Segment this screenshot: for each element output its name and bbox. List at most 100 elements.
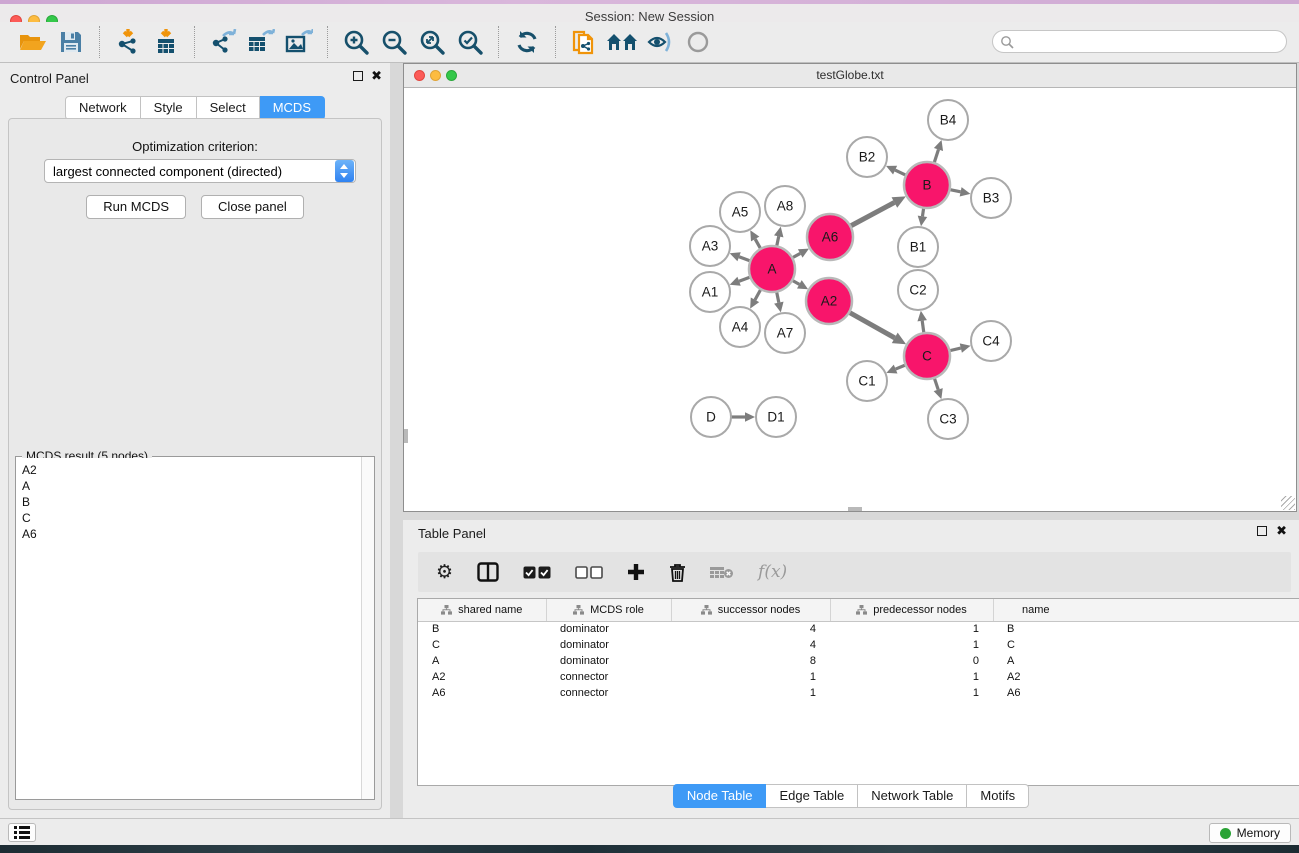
edge-A6-B[interactable] xyxy=(850,202,894,226)
table-cell[interactable]: A6 xyxy=(418,685,546,701)
home-button[interactable] xyxy=(603,25,641,59)
mcds-list-scrollbar[interactable] xyxy=(361,457,374,799)
edge-A2-C[interactable] xyxy=(849,312,895,338)
import-table-button[interactable] xyxy=(147,25,185,59)
mcds-result-item[interactable]: A6 xyxy=(22,526,361,542)
export-table-button[interactable] xyxy=(242,25,280,59)
window-resize-grip[interactable] xyxy=(1281,496,1295,510)
import-network-button[interactable] xyxy=(109,25,147,59)
table-row[interactable]: Adominator80A xyxy=(418,653,1299,669)
table-cell[interactable]: 4 xyxy=(671,621,830,637)
zoom-in-button[interactable] xyxy=(337,25,375,59)
zoom-selected-button[interactable] xyxy=(451,25,489,59)
edge-C-C4[interactable] xyxy=(949,348,960,351)
table-cell[interactable]: A xyxy=(418,653,546,669)
add-column-button[interactable] xyxy=(627,563,645,581)
table-row[interactable]: Cdominator41C xyxy=(418,637,1299,653)
settings-gear-button[interactable]: ⚙ xyxy=(436,561,453,583)
table-cell[interactable]: A2 xyxy=(418,669,546,685)
search-field[interactable] xyxy=(992,30,1287,53)
table-cell[interactable]: dominator xyxy=(546,653,671,669)
mcds-result-item[interactable]: A2 xyxy=(22,462,361,478)
delete-table-button[interactable] xyxy=(710,565,734,579)
tab-motifs[interactable]: Motifs xyxy=(967,784,1029,808)
toggle-column-view-button[interactable] xyxy=(477,562,499,582)
network-graph[interactable]: B4B2BB3B1A5A8A6A3AA1A4A7A2C2CC4C1C3DD1 xyxy=(404,88,1296,511)
close-panel-button[interactable]: Close panel xyxy=(201,195,304,219)
node-table[interactable]: shared nameMCDS rolesuccessor nodesprede… xyxy=(417,598,1299,786)
table-cell[interactable]: dominator xyxy=(546,621,671,637)
table-row[interactable]: Bdominator41B xyxy=(418,621,1299,637)
export-image-button[interactable] xyxy=(280,25,318,59)
show-graphics-details-button[interactable] xyxy=(679,25,717,59)
deselect-all-button[interactable] xyxy=(575,566,603,579)
run-mcds-button[interactable]: Run MCDS xyxy=(86,195,186,219)
float-panel-icon[interactable] xyxy=(353,71,363,81)
tab-node-table[interactable]: Node Table xyxy=(673,784,767,808)
table-cell[interactable]: A6 xyxy=(993,685,1078,701)
canvas-vscroll-thumb[interactable] xyxy=(404,429,408,443)
column-header-shared-name[interactable]: shared name xyxy=(418,599,546,621)
table-cell[interactable]: 4 xyxy=(671,637,830,653)
edge-A-A8[interactable] xyxy=(777,236,779,246)
table-cell[interactable]: connector xyxy=(546,685,671,701)
table-row[interactable]: A6connector11A6 xyxy=(418,685,1299,701)
edge-B-B1[interactable] xyxy=(922,208,923,217)
table-cell[interactable]: 1 xyxy=(671,669,830,685)
clone-network-button[interactable] xyxy=(565,25,603,59)
table-cell[interactable]: A2 xyxy=(993,669,1078,685)
table-cell[interactable]: 1 xyxy=(830,621,993,637)
hide-graphics-details-button[interactable] xyxy=(641,25,679,59)
edge-B-B4[interactable] xyxy=(934,149,938,163)
edge-A-A5[interactable] xyxy=(755,239,761,249)
open-session-button[interactable] xyxy=(14,25,52,59)
table-cell[interactable]: B xyxy=(993,621,1078,637)
close-panel-icon[interactable]: ✖ xyxy=(371,71,382,81)
select-all-button[interactable] xyxy=(523,566,551,579)
edge-C-C1[interactable] xyxy=(896,365,906,369)
zoom-fit-button[interactable] xyxy=(413,25,451,59)
task-history-button[interactable] xyxy=(8,823,36,842)
column-header-predecessor-nodes[interactable]: predecessor nodes xyxy=(830,599,993,621)
edge-C-C3[interactable] xyxy=(934,378,938,390)
edge-A-A6[interactable] xyxy=(792,253,800,257)
tab-edge-table[interactable]: Edge Table xyxy=(766,784,858,808)
table-cell[interactable]: 1 xyxy=(830,685,993,701)
mcds-result-item[interactable]: C xyxy=(22,510,361,526)
edge-A-A2[interactable] xyxy=(792,280,799,284)
delete-column-button[interactable] xyxy=(669,563,686,582)
zoom-out-button[interactable] xyxy=(375,25,413,59)
tab-select[interactable]: Select xyxy=(197,96,260,120)
table-cell[interactable]: 1 xyxy=(830,669,993,685)
table-cell[interactable]: C xyxy=(993,637,1078,653)
column-header-name[interactable]: name xyxy=(993,599,1078,621)
table-cell[interactable]: dominator xyxy=(546,637,671,653)
edge-A-A3[interactable] xyxy=(739,257,750,261)
network-canvas[interactable]: B4B2BB3B1A5A8A6A3AA1A4A7A2C2CC4C1C3DD1 xyxy=(404,88,1296,511)
mcds-result-list[interactable]: A2ABCA6 xyxy=(17,458,361,798)
canvas-hscroll-thumb[interactable] xyxy=(848,507,862,511)
table-cell[interactable]: 8 xyxy=(671,653,830,669)
table-cell[interactable]: 1 xyxy=(671,685,830,701)
tab-style[interactable]: Style xyxy=(141,96,197,120)
refresh-button[interactable] xyxy=(508,25,546,59)
close-table-panel-icon[interactable]: ✖ xyxy=(1276,526,1287,536)
tab-mcds[interactable]: MCDS xyxy=(260,96,325,120)
edge-B-B3[interactable] xyxy=(950,190,961,192)
table-cell[interactable]: B xyxy=(418,621,546,637)
edge-C-C2[interactable] xyxy=(922,321,924,333)
network-window-titlebar[interactable]: testGlobe.txt xyxy=(404,64,1296,88)
mcds-result-item[interactable]: B xyxy=(22,494,361,510)
edge-A-A4[interactable] xyxy=(755,289,761,300)
tab-network-table[interactable]: Network Table xyxy=(858,784,967,808)
edge-A-A7[interactable] xyxy=(777,292,779,303)
table-cell[interactable]: A xyxy=(993,653,1078,669)
save-session-button[interactable] xyxy=(52,25,90,59)
float-table-panel-icon[interactable] xyxy=(1257,526,1267,536)
edge-B-B2[interactable] xyxy=(895,170,906,175)
column-header-successor-nodes[interactable]: successor nodes xyxy=(671,599,830,621)
table-cell[interactable]: connector xyxy=(546,669,671,685)
table-cell[interactable]: 0 xyxy=(830,653,993,669)
table-cell[interactable]: 1 xyxy=(830,637,993,653)
table-row[interactable]: A2connector11A2 xyxy=(418,669,1299,685)
